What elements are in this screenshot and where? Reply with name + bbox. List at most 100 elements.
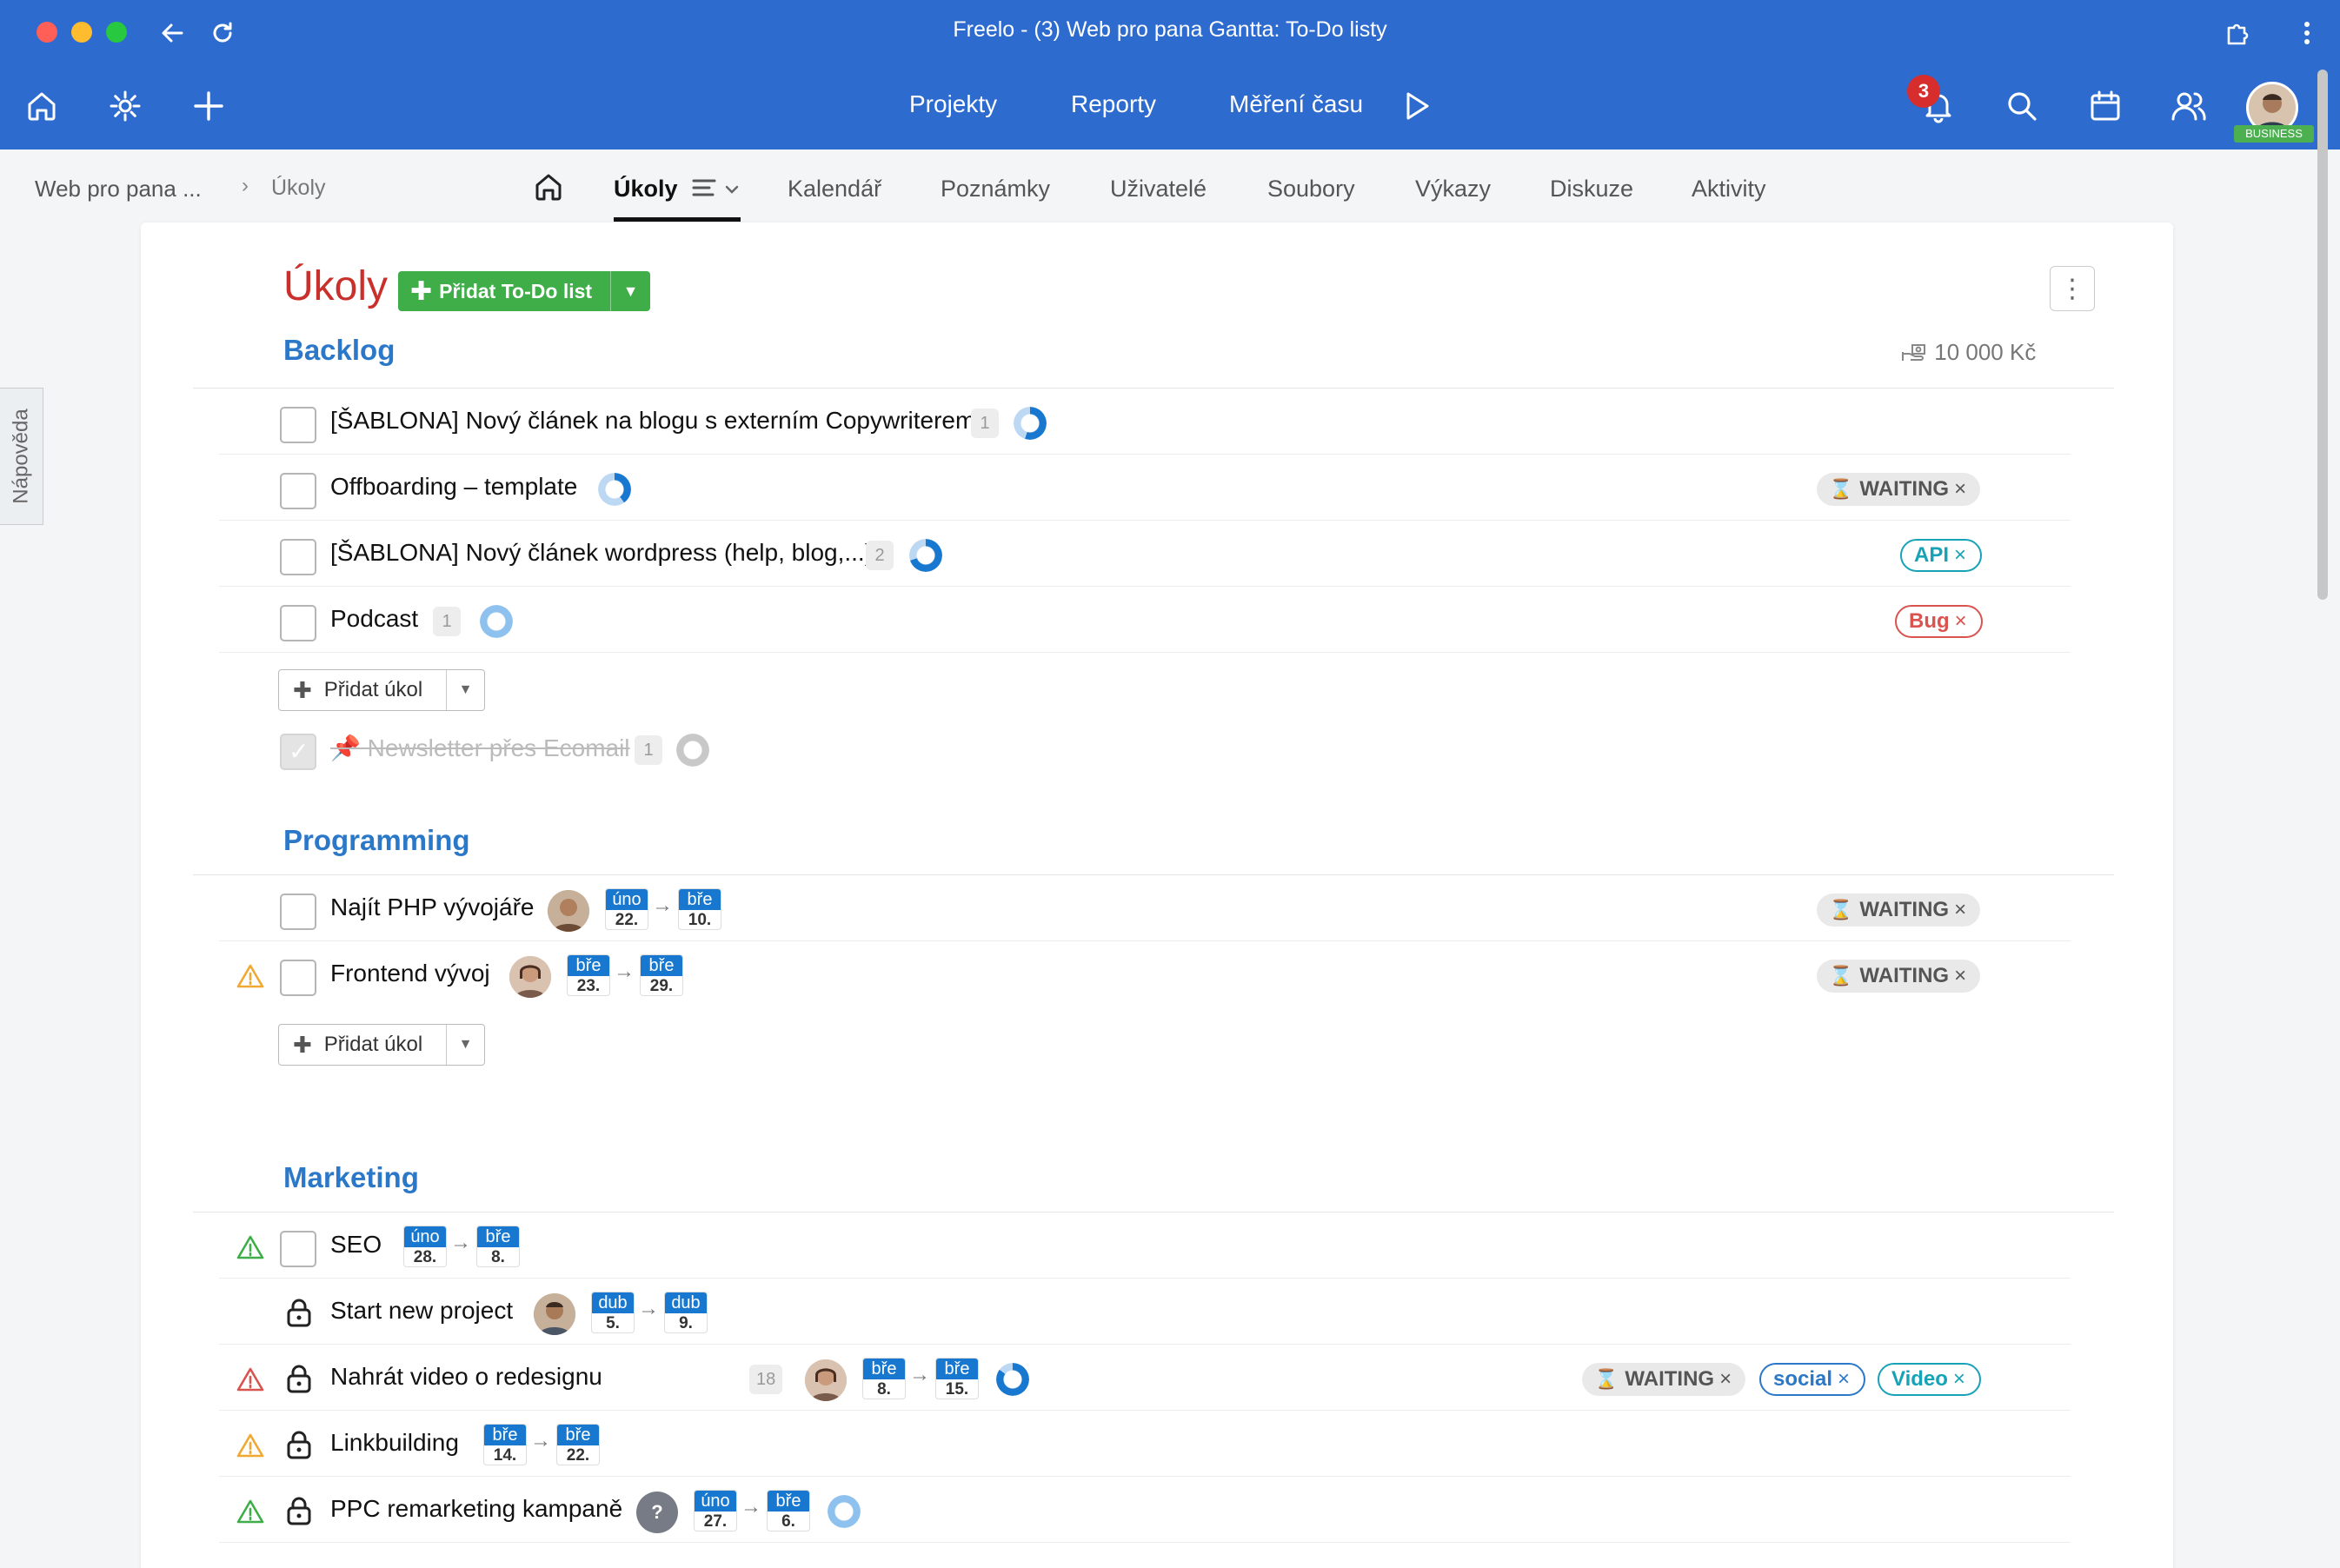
task-row-completed[interactable]: 📌 Newsletter přes Ecomail 1 xyxy=(141,716,2173,782)
help-side-tab[interactable]: Nápověda xyxy=(0,388,43,525)
more-options-button[interactable]: ⋮ xyxy=(2050,266,2095,311)
end-date-chip[interactable]: bře 29. xyxy=(640,954,683,996)
task-name[interactable]: Podcast xyxy=(330,605,418,633)
tab-poznamky[interactable]: Poznámky xyxy=(941,176,1050,203)
task-row[interactable]: Start new project dub 5. → dub 9. xyxy=(141,1279,2173,1345)
task-name[interactable]: Start new project xyxy=(330,1297,513,1325)
add-task-button[interactable]: ✚ Přidat úkol ▼ xyxy=(278,1024,485,1066)
tag-video[interactable]: Video × xyxy=(1878,1363,1981,1396)
tag-social[interactable]: social × xyxy=(1759,1363,1866,1396)
task-row[interactable]: [ŠABLONA] Nový článek wordpress (help, b… xyxy=(141,522,2173,588)
tab-kalendar[interactable]: Kalendář xyxy=(788,176,881,203)
end-date-chip[interactable]: bře 22. xyxy=(556,1424,600,1465)
task-name[interactable]: [ŠABLONA] Nový článek wordpress (help, b… xyxy=(330,539,873,567)
end-date-chip[interactable]: bře 6. xyxy=(767,1490,810,1531)
assignee-avatar[interactable] xyxy=(805,1359,847,1401)
task-name[interactable]: SEO xyxy=(330,1231,382,1259)
section-title-marketing[interactable]: Marketing xyxy=(283,1161,419,1194)
start-date-chip[interactable]: úno 22. xyxy=(605,888,648,930)
end-date-chip[interactable]: bře 15. xyxy=(935,1358,979,1399)
add-task-dropdown-caret-icon[interactable]: ▼ xyxy=(446,670,484,710)
remove-tag-icon[interactable]: × xyxy=(1954,477,1966,502)
remove-tag-icon[interactable]: × xyxy=(1955,609,1967,634)
add-list-dropdown-caret-icon[interactable]: ▼ xyxy=(610,271,650,311)
task-row[interactable]: SEO úno 28. → bře 8. xyxy=(141,1213,2173,1279)
task-name[interactable]: 📌 Newsletter přes Ecomail xyxy=(330,734,630,762)
task-checkbox[interactable] xyxy=(280,605,316,641)
list-view-icon[interactable] xyxy=(692,177,718,204)
tab-project-home-icon[interactable] xyxy=(534,172,563,208)
nav-reporty[interactable]: Reporty xyxy=(1071,90,1156,118)
unassigned-avatar[interactable]: ? xyxy=(636,1492,678,1533)
extensions-icon[interactable] xyxy=(2220,16,2255,50)
search-icon[interactable] xyxy=(2001,85,2043,127)
assignee-avatar[interactable] xyxy=(548,890,589,932)
more-vertical-icon[interactable] xyxy=(2290,16,2324,50)
remove-tag-icon[interactable]: × xyxy=(1954,964,1966,988)
tab-aktivity[interactable]: Aktivity xyxy=(1692,176,1766,203)
section-title-programming[interactable]: Programming xyxy=(283,824,470,857)
play-timer-icon[interactable] xyxy=(1396,85,1438,127)
end-date-chip[interactable]: dub 9. xyxy=(664,1292,708,1333)
tag-api[interactable]: API × xyxy=(1900,539,1983,572)
tab-uzivatele[interactable]: Uživatelé xyxy=(1110,176,1207,203)
tab-diskuze[interactable]: Diskuze xyxy=(1550,176,1633,203)
users-icon[interactable] xyxy=(2168,85,2210,127)
tag-waiting[interactable]: ⌛ WAITING × xyxy=(1582,1363,1746,1396)
tag-bug[interactable]: Bug × xyxy=(1895,605,1983,638)
add-task-button[interactable]: ✚ Přidat úkol ▼ xyxy=(278,669,485,711)
tag-waiting[interactable]: ⌛ WAITING × xyxy=(1817,894,1981,927)
task-name[interactable]: Linkbuilding xyxy=(330,1429,459,1457)
task-checkbox[interactable] xyxy=(280,960,316,996)
tab-soubory[interactable]: Soubory xyxy=(1267,176,1355,203)
breadcrumb-project[interactable]: Web pro pana ... xyxy=(35,176,202,203)
start-date-chip[interactable]: bře 23. xyxy=(567,954,610,996)
home-icon[interactable] xyxy=(21,85,63,127)
task-checkbox[interactable] xyxy=(280,407,316,443)
task-row[interactable]: Najít PHP vývojáře úno 22. → bře 10. ⌛ WAIT… xyxy=(141,876,2173,942)
assignee-avatar[interactable] xyxy=(509,956,551,998)
remove-tag-icon[interactable]: × xyxy=(1954,543,1966,568)
task-name[interactable]: PPC remarketing kampaně xyxy=(330,1495,622,1523)
add-task-dropdown-caret-icon[interactable]: ▼ xyxy=(446,1025,484,1065)
remove-tag-icon[interactable]: × xyxy=(1719,1367,1732,1392)
start-date-chip[interactable]: úno 27. xyxy=(694,1490,737,1531)
start-date-chip[interactable]: dub 5. xyxy=(591,1292,635,1333)
settings-gear-icon[interactable] xyxy=(104,85,146,127)
end-date-chip[interactable]: bře 8. xyxy=(476,1226,520,1267)
task-checkbox-checked[interactable] xyxy=(280,734,316,770)
tab-ukoly[interactable]: Úkoly xyxy=(614,176,678,203)
assignee-avatar[interactable] xyxy=(534,1293,575,1335)
task-row[interactable]: Podcast 1 Bug × xyxy=(141,588,2173,654)
start-date-chip[interactable]: úno 28. xyxy=(403,1226,447,1267)
tag-waiting[interactable]: ⌛ WAITING × xyxy=(1817,473,1981,506)
remove-tag-icon[interactable]: × xyxy=(1954,898,1966,922)
nav-mereni-casu[interactable]: Měření času xyxy=(1229,90,1363,118)
remove-tag-icon[interactable]: × xyxy=(1838,1367,1850,1392)
calendar-icon[interactable] xyxy=(2084,85,2126,127)
end-date-chip[interactable]: bře 10. xyxy=(678,888,721,930)
add-plus-icon[interactable] xyxy=(188,85,229,127)
section-title-backlog[interactable]: Backlog xyxy=(283,334,395,367)
task-row[interactable]: [ŠABLONA] Nový článek na blogu s externí… xyxy=(141,389,2173,455)
task-checkbox[interactable] xyxy=(280,473,316,509)
task-row[interactable]: Offboarding – template ⌛ WAITING × xyxy=(141,455,2173,522)
remove-tag-icon[interactable]: × xyxy=(1953,1367,1965,1392)
scrollbar-thumb[interactable] xyxy=(2317,70,2328,600)
tag-waiting[interactable]: ⌛ WAITING × xyxy=(1817,960,1981,993)
task-checkbox[interactable] xyxy=(280,1231,316,1267)
task-name[interactable]: Offboarding – template xyxy=(330,473,577,501)
task-name[interactable]: [ŠABLONA] Nový článek na blogu s externí… xyxy=(330,407,975,435)
task-name[interactable]: Nahrát video o redesignu xyxy=(330,1363,602,1391)
task-checkbox[interactable] xyxy=(280,539,316,575)
task-name[interactable]: Najít PHP vývojáře xyxy=(330,894,534,921)
task-row[interactable]: PPC remarketing kampaně ? úno 27. → bře 6. xyxy=(141,1478,2173,1544)
start-date-chip[interactable]: bře 14. xyxy=(483,1424,527,1465)
add-todo-list-button[interactable]: ✚ Přidat To-Do list ▼ xyxy=(398,271,650,311)
tab-vykazy[interactable]: Výkazy xyxy=(1415,176,1491,203)
task-row[interactable]: Linkbuilding bře 14. → bře 22. xyxy=(141,1412,2173,1478)
chevron-down-icon[interactable] xyxy=(723,177,741,204)
nav-projekty[interactable]: Projekty xyxy=(909,90,997,118)
task-name[interactable]: Frontend vývoj xyxy=(330,960,490,987)
task-row[interactable]: Nahrát video o redesignu 18 bře 8. → bře 1… xyxy=(141,1345,2173,1412)
